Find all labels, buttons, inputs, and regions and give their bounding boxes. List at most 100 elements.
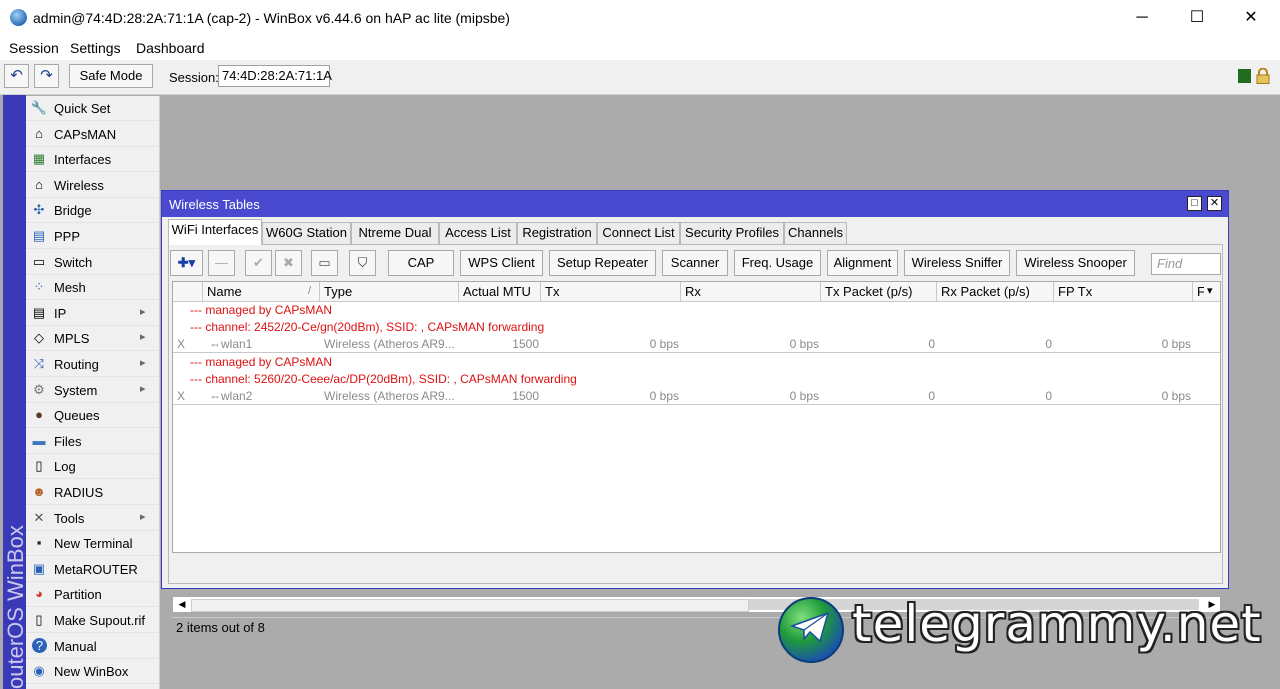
sidebar-item-switch[interactable]: ▭ Switch <box>26 250 159 275</box>
tab-wifi-interfaces[interactable]: WiFi Interfaces <box>168 219 262 245</box>
sidebar-item-radius[interactable]: ☻ RADIUS <box>26 480 159 505</box>
sidebar-item-label: Mesh <box>54 280 86 296</box>
tx-cell: 0 bps <box>649 337 679 351</box>
sidebar-item-quick-set[interactable]: 🔧 Quick Set <box>26 96 159 121</box>
safe-mode-button[interactable]: Safe Mode <box>69 64 153 88</box>
bridge-icon: ✣ <box>33 202 45 218</box>
sidebar-item-label: MPLS <box>54 331 90 347</box>
sidebar-item-label: Manual <box>54 638 97 654</box>
sidebar-item-wireless[interactable]: ⌂ Wireless <box>26 173 159 198</box>
column-name[interactable]: Name / <box>203 282 320 301</box>
redo-button[interactable]: ↷ <box>34 64 59 88</box>
maximize-button[interactable]: ☐ <box>1170 0 1224 36</box>
sidebar-item-label: RADIUS <box>54 485 104 500</box>
sidebar-item-manual[interactable]: ? Manual <box>26 634 159 659</box>
menu-settings[interactable]: Settings <box>70 40 121 56</box>
comment-text: --- channel: 5260/20-Ceee/ac/DP(20dBm), … <box>190 372 577 386</box>
sidebar-item-label: Queues <box>54 408 100 424</box>
scroll-left-icon[interactable]: ◀ <box>174 597 190 612</box>
menu-session[interactable]: Session <box>9 40 59 56</box>
sidebar-item-system[interactable]: ⚙ System ▸ <box>26 378 159 403</box>
column-rx-packet[interactable]: Rx Packet (p/s) <box>937 282 1054 301</box>
sidebar-item-new-terminal[interactable]: ▪ New Terminal <box>26 531 159 557</box>
column-actual-mtu[interactable]: Actual MTU <box>459 282 541 301</box>
column-rx[interactable]: Rx <box>681 282 821 301</box>
column-flag[interactable] <box>173 282 203 301</box>
tx-packet-cell: 0 <box>928 389 935 403</box>
wireless-window-titlebar[interactable]: Wireless Tables □ ✕ <box>162 191 1228 217</box>
sidebar-item-label: PPP <box>54 229 81 244</box>
sidebar-item-log[interactable]: ▯ Log <box>26 454 159 480</box>
freq-usage-button[interactable]: Freq. Usage <box>734 250 821 276</box>
sidebar-item-mesh[interactable]: ⁘ Mesh <box>26 275 159 301</box>
close-window-button[interactable]: ✕ <box>1207 196 1222 211</box>
sidebar-item-new-winbox[interactable]: ◉ New WinBox <box>26 659 159 685</box>
wireless-snooper-button[interactable]: Wireless Snooper <box>1016 250 1135 276</box>
session-field[interactable]: 74:4D:28:2A:71:1A <box>218 65 332 87</box>
sidebar-item-ip[interactable]: ▤ IP ▸ <box>26 301 159 326</box>
minimize-button[interactable]: ─ <box>1115 0 1169 36</box>
winbox-app-icon <box>10 9 27 26</box>
sidebar-item-metarouter[interactable]: ▣ MetaROUTER <box>26 557 159 582</box>
scanner-button[interactable]: Scanner <box>662 250 728 276</box>
sidebar-item-queues[interactable]: ● Queues <box>26 403 159 429</box>
mtu-cell: 1500 <box>512 337 539 351</box>
add-button[interactable]: ✚▾ <box>170 250 203 276</box>
tab-access-list[interactable]: Access List <box>439 222 517 244</box>
menu-dashboard[interactable]: Dashboard <box>136 40 205 56</box>
tab-connect-list[interactable]: Connect List <box>597 222 680 244</box>
rx-packet-cell: 0 <box>1045 337 1052 351</box>
tools-icon: ✕ <box>33 509 45 525</box>
ppp-icon: ▤ <box>32 228 46 243</box>
wps-client-button[interactable]: WPS Client <box>460 250 543 276</box>
setup-repeater-button[interactable]: Setup Repeater <box>549 250 656 276</box>
sidebar-item-bridge[interactable]: ✣ Bridge <box>26 198 159 224</box>
tab-ntreme-dual[interactable]: Ntreme Dual <box>351 222 439 244</box>
tab-w60g-station[interactable]: W60G Station <box>262 222 351 244</box>
antenna-icon: ⌂ <box>35 125 43 141</box>
sidebar-item-mpls[interactable]: ◇ MPLS ▸ <box>26 326 159 352</box>
sidebar-item-interfaces[interactable]: ▦ Interfaces <box>26 147 159 173</box>
sidebar-item-routing[interactable]: ⤨ Routing ▸ <box>26 352 159 377</box>
alignment-button[interactable]: Alignment <box>827 250 898 276</box>
column-fp-tx[interactable]: FP Tx <box>1054 282 1193 301</box>
mtu-cell: 1500 <box>512 389 539 403</box>
sidebar-item-label: Files <box>54 433 82 449</box>
main-toolbar: ↶ ↷ Safe Mode Session: 74:4D:28:2A:71:1A <box>0 60 1280 95</box>
find-input[interactable]: Find <box>1151 253 1221 275</box>
wireless-tables-window: Wireless Tables □ ✕ WiFi Interfaces W60G… <box>161 190 1229 635</box>
tab-security-profiles[interactable]: Security Profiles <box>680 222 784 244</box>
scrollbar-thumb[interactable] <box>191 599 749 612</box>
table-row[interactable]: X ⇔wlan1 Wireless (Atheros AR9... 1500 0… <box>173 336 1220 353</box>
sidebar-item-files[interactable]: ▬ Files <box>26 429 159 454</box>
disable-button[interactable]: ✖ <box>275 250 302 276</box>
close-button[interactable]: ✕ <box>1224 0 1278 36</box>
tab-registration[interactable]: Registration <box>517 222 597 244</box>
column-tx[interactable]: Tx <box>541 282 681 301</box>
terminal-icon: ▪ <box>36 535 42 551</box>
undo-button[interactable]: ↶ <box>4 64 29 88</box>
cap-button[interactable]: CAP <box>388 250 454 276</box>
remove-button[interactable]: — <box>208 250 235 276</box>
sidebar-item-label: IP <box>54 305 67 321</box>
sidebar-item-label: Log <box>54 459 76 475</box>
tab-channels[interactable]: Channels <box>784 222 847 244</box>
table-row[interactable]: X ⇔wlan2 Wireless (Atheros AR9... 1500 0… <box>173 388 1220 405</box>
wifi-interfaces-panel: ✚▾ — ✔ ✖ ▭ ⛉ CAP WPS Client Setup Repeat… <box>168 244 1223 635</box>
sidebar-item-label: Tools <box>54 510 85 526</box>
filter-button[interactable]: ⛉ <box>349 250 376 276</box>
sidebar-item-tools[interactable]: ✕ Tools ▸ <box>26 506 159 531</box>
column-tx-packet[interactable]: Tx Packet (p/s) <box>821 282 937 301</box>
rx-cell: 0 bps <box>789 389 819 403</box>
comment-button[interactable]: ▭ <box>311 250 338 276</box>
restore-window-button[interactable]: □ <box>1187 196 1202 211</box>
enable-button[interactable]: ✔ <box>245 250 272 276</box>
sidebar-item-ppp[interactable]: ▤ PPP <box>26 224 159 249</box>
wireless-sniffer-button[interactable]: Wireless Sniffer <box>904 250 1010 276</box>
column-menu-icon[interactable]: ▾ <box>1204 282 1220 301</box>
column-type[interactable]: Type <box>320 282 459 301</box>
comment-row: --- managed by CAPsMAN <box>173 354 1220 371</box>
sidebar-item-make-supout[interactable]: ▯ Make Supout.rif <box>26 608 159 633</box>
sidebar-item-capsman[interactable]: ⌂ CAPsMAN <box>26 122 159 147</box>
sidebar-item-partition[interactable]: ◕ Partition <box>26 582 159 608</box>
